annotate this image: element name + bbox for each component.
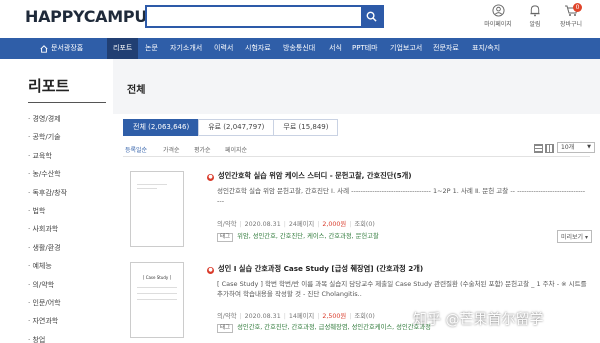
- sidebar-item[interactable]: · 인문/어학: [28, 294, 67, 312]
- cart-label: 장바구니: [559, 21, 583, 28]
- nav-home[interactable]: 문서광장홈: [40, 38, 83, 59]
- nav-corp-report[interactable]: 기업보고서: [390, 38, 422, 59]
- sidebar-divider: [28, 102, 106, 103]
- item-tags: 태그 성인간호, 간호진단, 간호과정, 급성췌장염, 성인간호케이스, 성인간호…: [217, 322, 431, 333]
- search-input[interactable]: [147, 7, 361, 26]
- item-meta: 의/약학 | 2020.08.31 | 24페이지 | 2,000원 | 조회(0): [217, 221, 375, 228]
- grid-view-icon[interactable]: [545, 144, 554, 153]
- nav-expert[interactable]: 전문자료: [433, 38, 459, 59]
- nav-home-label: 문서광장홈: [51, 44, 84, 52]
- sidebar-item[interactable]: · 생활/환경: [28, 239, 67, 257]
- sidebar-item[interactable]: · 경영/경제: [28, 110, 67, 128]
- nav-self-intro[interactable]: 자기소개서: [170, 38, 202, 59]
- item-title[interactable]: ● 성인간호학 실습 위암 케이스 스터디 - 문헌고찰, 간호진단(5개): [207, 171, 412, 181]
- sort-date[interactable]: 등록일순: [125, 145, 147, 154]
- search-button[interactable]: [361, 7, 382, 26]
- nav-broadcast-univ[interactable]: 방송통신대: [283, 38, 315, 59]
- search-box: [145, 5, 384, 28]
- filter-tabs: 전체 (2,063,646) 유료 (2,047,797) 무료 (15,849…: [123, 119, 339, 136]
- item-price: 2,000원: [322, 221, 347, 228]
- chevron-down-icon: ▼: [587, 144, 591, 150]
- home-icon: [40, 44, 48, 53]
- mypage-button[interactable]: 마이페이지: [478, 4, 518, 28]
- sidebar-list: · 경영/경제 · 공학/기술 · 교육학 · 농/수산학 · 독후감/창작 ·…: [28, 110, 67, 343]
- list-divider: [123, 156, 590, 157]
- main-content: 전체 전체 (2,063,646) 유료 (2,047,797) 무료 (15,…: [113, 59, 600, 343]
- sidebar-item[interactable]: · 창업: [28, 331, 67, 343]
- watermark: 知乎 @芒果首尔留学: [413, 312, 544, 328]
- thumbnail-title: [ Case Study ]: [142, 275, 172, 280]
- tag-label: 태그: [217, 233, 234, 242]
- list-item: ● 성인간호학 실습 위암 케이스 스터디 - 문헌고찰, 간호진단(5개) 성인…: [123, 164, 593, 249]
- page-size-select[interactable]: 10개 ▼: [557, 142, 595, 153]
- sort-price[interactable]: 가격순: [163, 145, 180, 154]
- tab-free[interactable]: 무료 (15,849): [273, 119, 339, 136]
- content-header: 전체: [113, 59, 600, 114]
- sidebar-item[interactable]: · 사회과학: [28, 220, 67, 238]
- item-description: [ Case Study ] 학번 학번/반 이름 과목 실습지 담당교수 제출…: [217, 280, 587, 298]
- doc-type-icon: ●: [207, 174, 214, 181]
- sort-rating[interactable]: 평가순: [194, 145, 211, 154]
- tab-all[interactable]: 전체 (2,063,646): [123, 119, 200, 136]
- tag-label: 태그: [217, 324, 234, 333]
- logo-text: HAPPYCAMPUS: [25, 7, 159, 26]
- preview-button[interactable]: 미리보기 ▾: [557, 230, 593, 243]
- item-description: 성인간호학 실습 위암 문헌고찰, 간호진단 Ⅰ. 사례 -----------…: [217, 187, 586, 205]
- sidebar-item[interactable]: · 농/수산학: [28, 165, 67, 183]
- cart-button[interactable]: 0 장바구니: [551, 3, 591, 28]
- sidebar-item[interactable]: · 교육학: [28, 147, 67, 165]
- header: HAPPYCAMPUS! 마이페이지 알림 0 장바구니: [0, 0, 600, 38]
- item-title[interactable]: ● 성인 I 실습 간호과정 Case Study [급성 췌장염] (간호과정 …: [207, 264, 423, 274]
- search-icon: [366, 11, 377, 22]
- nav-cover[interactable]: 표지/속지: [472, 38, 500, 59]
- nav-exam[interactable]: 시험자료: [245, 38, 271, 59]
- nav-resume[interactable]: 이력서: [214, 38, 233, 59]
- bell-icon: [530, 5, 540, 17]
- main-nav: 문서광장홈 리포트 논문 자기소개서 이력서 시험자료 방송통신대 서식 PPT…: [0, 38, 600, 59]
- tab-paid[interactable]: 유료 (2,047,797): [198, 119, 275, 136]
- document-thumbnail[interactable]: [ Case Study ]: [130, 262, 184, 338]
- alarm-label: 알림: [529, 21, 541, 28]
- list-item: [ Case Study ] ● 성인 I 실습 간호과정 Case Study …: [123, 255, 590, 343]
- sidebar-item[interactable]: · 예체능: [28, 257, 67, 275]
- user-icon: [491, 4, 505, 17]
- doc-type-icon: ●: [207, 267, 214, 274]
- sort-bar: 등록일순 가격순 평가순 페이지순 10개 ▼: [123, 142, 600, 157]
- document-thumbnail[interactable]: [130, 171, 184, 247]
- nav-thesis[interactable]: 논문: [145, 38, 158, 59]
- nav-forms[interactable]: 서식: [329, 38, 342, 59]
- item-price: 2,500원: [322, 313, 347, 320]
- sidebar-item[interactable]: · 자연과학: [28, 312, 67, 330]
- sidebar-item[interactable]: · 의/약학: [28, 276, 67, 294]
- sort-pages[interactable]: 페이지순: [225, 145, 247, 154]
- item-meta: 의/약학 | 2020.08.31 | 14페이지 | 2,500원 | 조회(0): [217, 313, 375, 320]
- sidebar-item[interactable]: · 법학: [28, 202, 67, 220]
- sidebar-title: 리포트: [28, 77, 70, 95]
- nav-report[interactable]: 리포트: [107, 38, 139, 59]
- alarm-button[interactable]: 알림: [515, 4, 555, 28]
- cart-count-badge: 0: [573, 3, 582, 12]
- nav-ppt-theme[interactable]: PPT테마: [352, 38, 378, 59]
- sidebar: 리포트 · 경영/경제 · 공학/기술 · 교육학 · 농/수산학 · 독후감/…: [0, 59, 113, 343]
- page-size-value: 10개: [561, 144, 575, 151]
- item-tags: 태그 위암, 성인간호, 간호진단, 케이스, 간호과정, 문헌고찰: [217, 231, 379, 242]
- mypage-label: 마이페이지: [484, 21, 512, 28]
- sidebar-item[interactable]: · 공학/기술: [28, 128, 67, 146]
- page-title: 전체: [127, 85, 146, 96]
- sidebar-item[interactable]: · 독후감/창작: [28, 184, 67, 202]
- list-view-icon[interactable]: [534, 144, 543, 153]
